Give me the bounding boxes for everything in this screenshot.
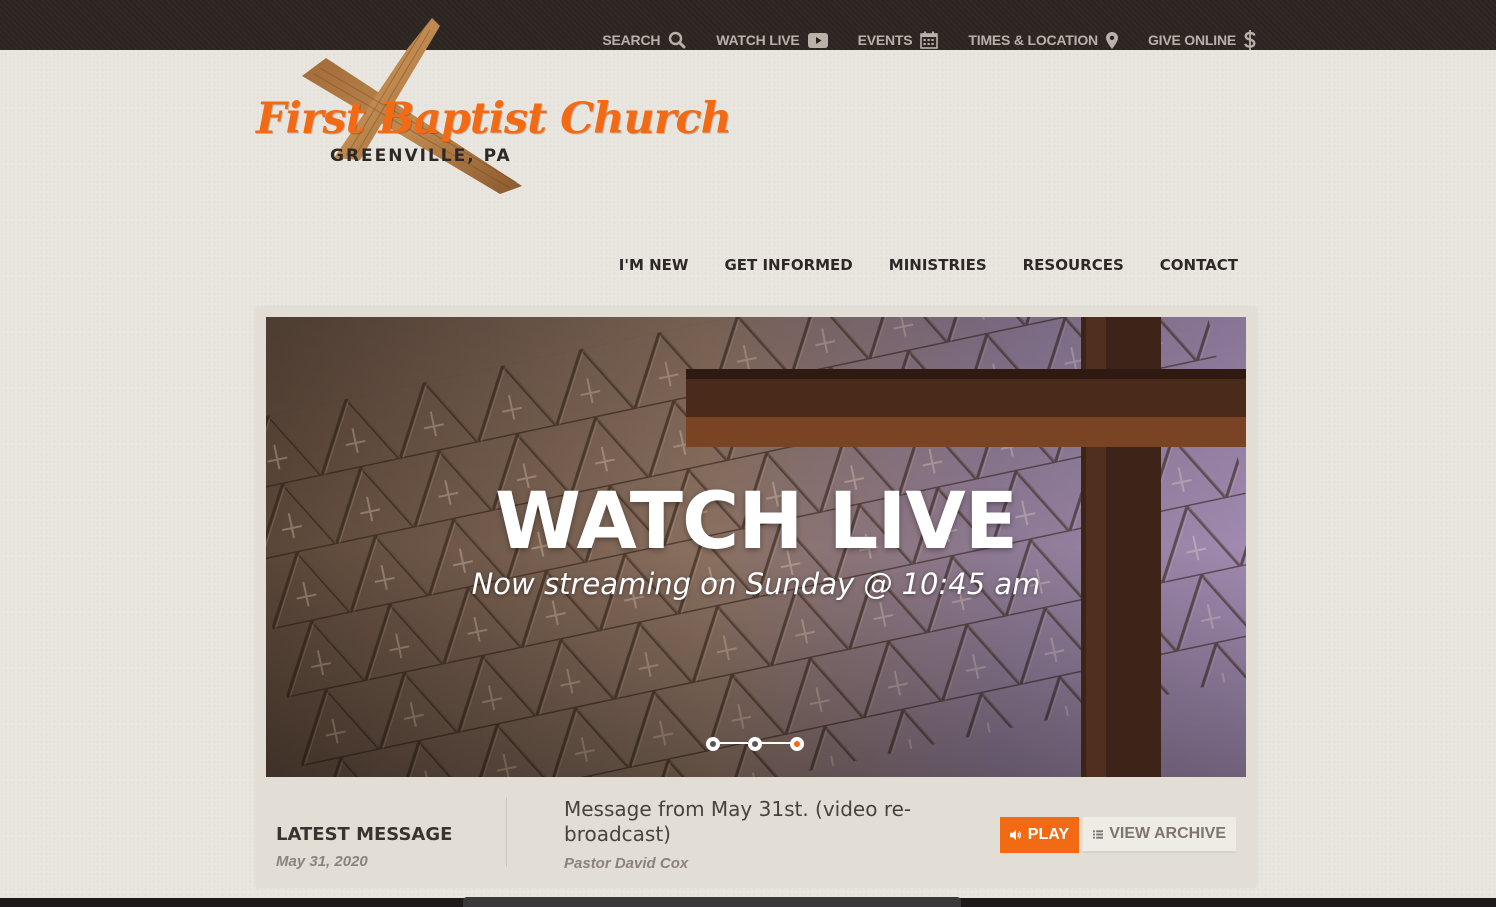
events-link[interactable]: EVENTS xyxy=(858,30,939,50)
give-online-link-label: GIVE ONLINE xyxy=(1147,32,1236,48)
logo-location-text: GREENVILLE, PA xyxy=(330,146,512,166)
slider-dot-1[interactable] xyxy=(706,737,720,751)
play-button-label: PLAY xyxy=(1027,826,1069,843)
nav-get-informed[interactable]: GET INFORMED xyxy=(724,256,852,274)
hero-card: WATCH LIVE Now streaming on Sunday @ 10:… xyxy=(256,307,1256,887)
watch-live-link[interactable]: WATCH LIVE xyxy=(716,30,828,50)
slider-dot-2[interactable] xyxy=(748,737,762,751)
nav-contact[interactable]: CONTACT xyxy=(1160,256,1238,274)
watch-live-link-label: WATCH LIVE xyxy=(716,32,800,48)
main-nav: I'M NEW GET INFORMED MINISTRIES RESOURCE… xyxy=(619,256,1238,274)
speaker-icon xyxy=(1010,829,1021,841)
give-online-link[interactable]: GIVE ONLINE xyxy=(1148,30,1256,50)
nav-im-new[interactable]: I'M NEW xyxy=(619,256,689,274)
video-icon xyxy=(807,32,828,48)
calendar-icon xyxy=(920,31,939,49)
church-logo[interactable]: First Baptist Church GREENVILLE, PA xyxy=(254,18,732,198)
view-archive-button[interactable]: VIEW ARCHIVE xyxy=(1083,817,1236,853)
nav-ministries[interactable]: MINISTRIES xyxy=(889,256,987,274)
message-title[interactable]: Message from May 31st. (video re-broadca… xyxy=(564,797,944,847)
message-speaker: Pastor David Cox xyxy=(564,855,689,872)
times-location-link-label: TIMES & LOCATION xyxy=(968,32,1098,48)
hero-title: WATCH LIVE xyxy=(494,477,1018,567)
slider-connector xyxy=(760,742,790,744)
slider-dot-3[interactable] xyxy=(790,737,804,751)
search-icon xyxy=(669,31,686,49)
logo-script-text: First Baptist Church xyxy=(256,94,732,144)
dollar-icon xyxy=(1244,30,1256,50)
hero-slider[interactable]: WATCH LIVE Now streaming on Sunday @ 10:… xyxy=(266,317,1246,777)
list-icon xyxy=(1093,829,1104,839)
utility-nav: SEARCH WATCH LIVE EVENTS TIMES & LOCATIO… xyxy=(602,30,1256,50)
hero-subtitle: Now streaming on Sunday @ 10:45 am xyxy=(471,567,1041,601)
map-pin-icon xyxy=(1105,31,1118,49)
slider-pagination xyxy=(706,737,806,751)
latest-message-heading: LATEST MESSAGE xyxy=(276,824,453,845)
latest-message-date: May 31, 2020 xyxy=(276,853,368,870)
slider-connector xyxy=(718,742,748,744)
times-location-link[interactable]: TIMES & LOCATION xyxy=(968,30,1118,50)
view-archive-button-label: VIEW ARCHIVE xyxy=(1109,825,1226,842)
play-button[interactable]: PLAY xyxy=(1000,817,1079,853)
events-link-label: EVENTS xyxy=(857,32,913,48)
top-bar: SEARCH WATCH LIVE EVENTS TIMES & LOCATIO… xyxy=(0,0,1496,50)
divider xyxy=(506,797,507,867)
nav-resources[interactable]: RESOURCES xyxy=(1023,256,1124,274)
os-dock xyxy=(463,897,961,907)
